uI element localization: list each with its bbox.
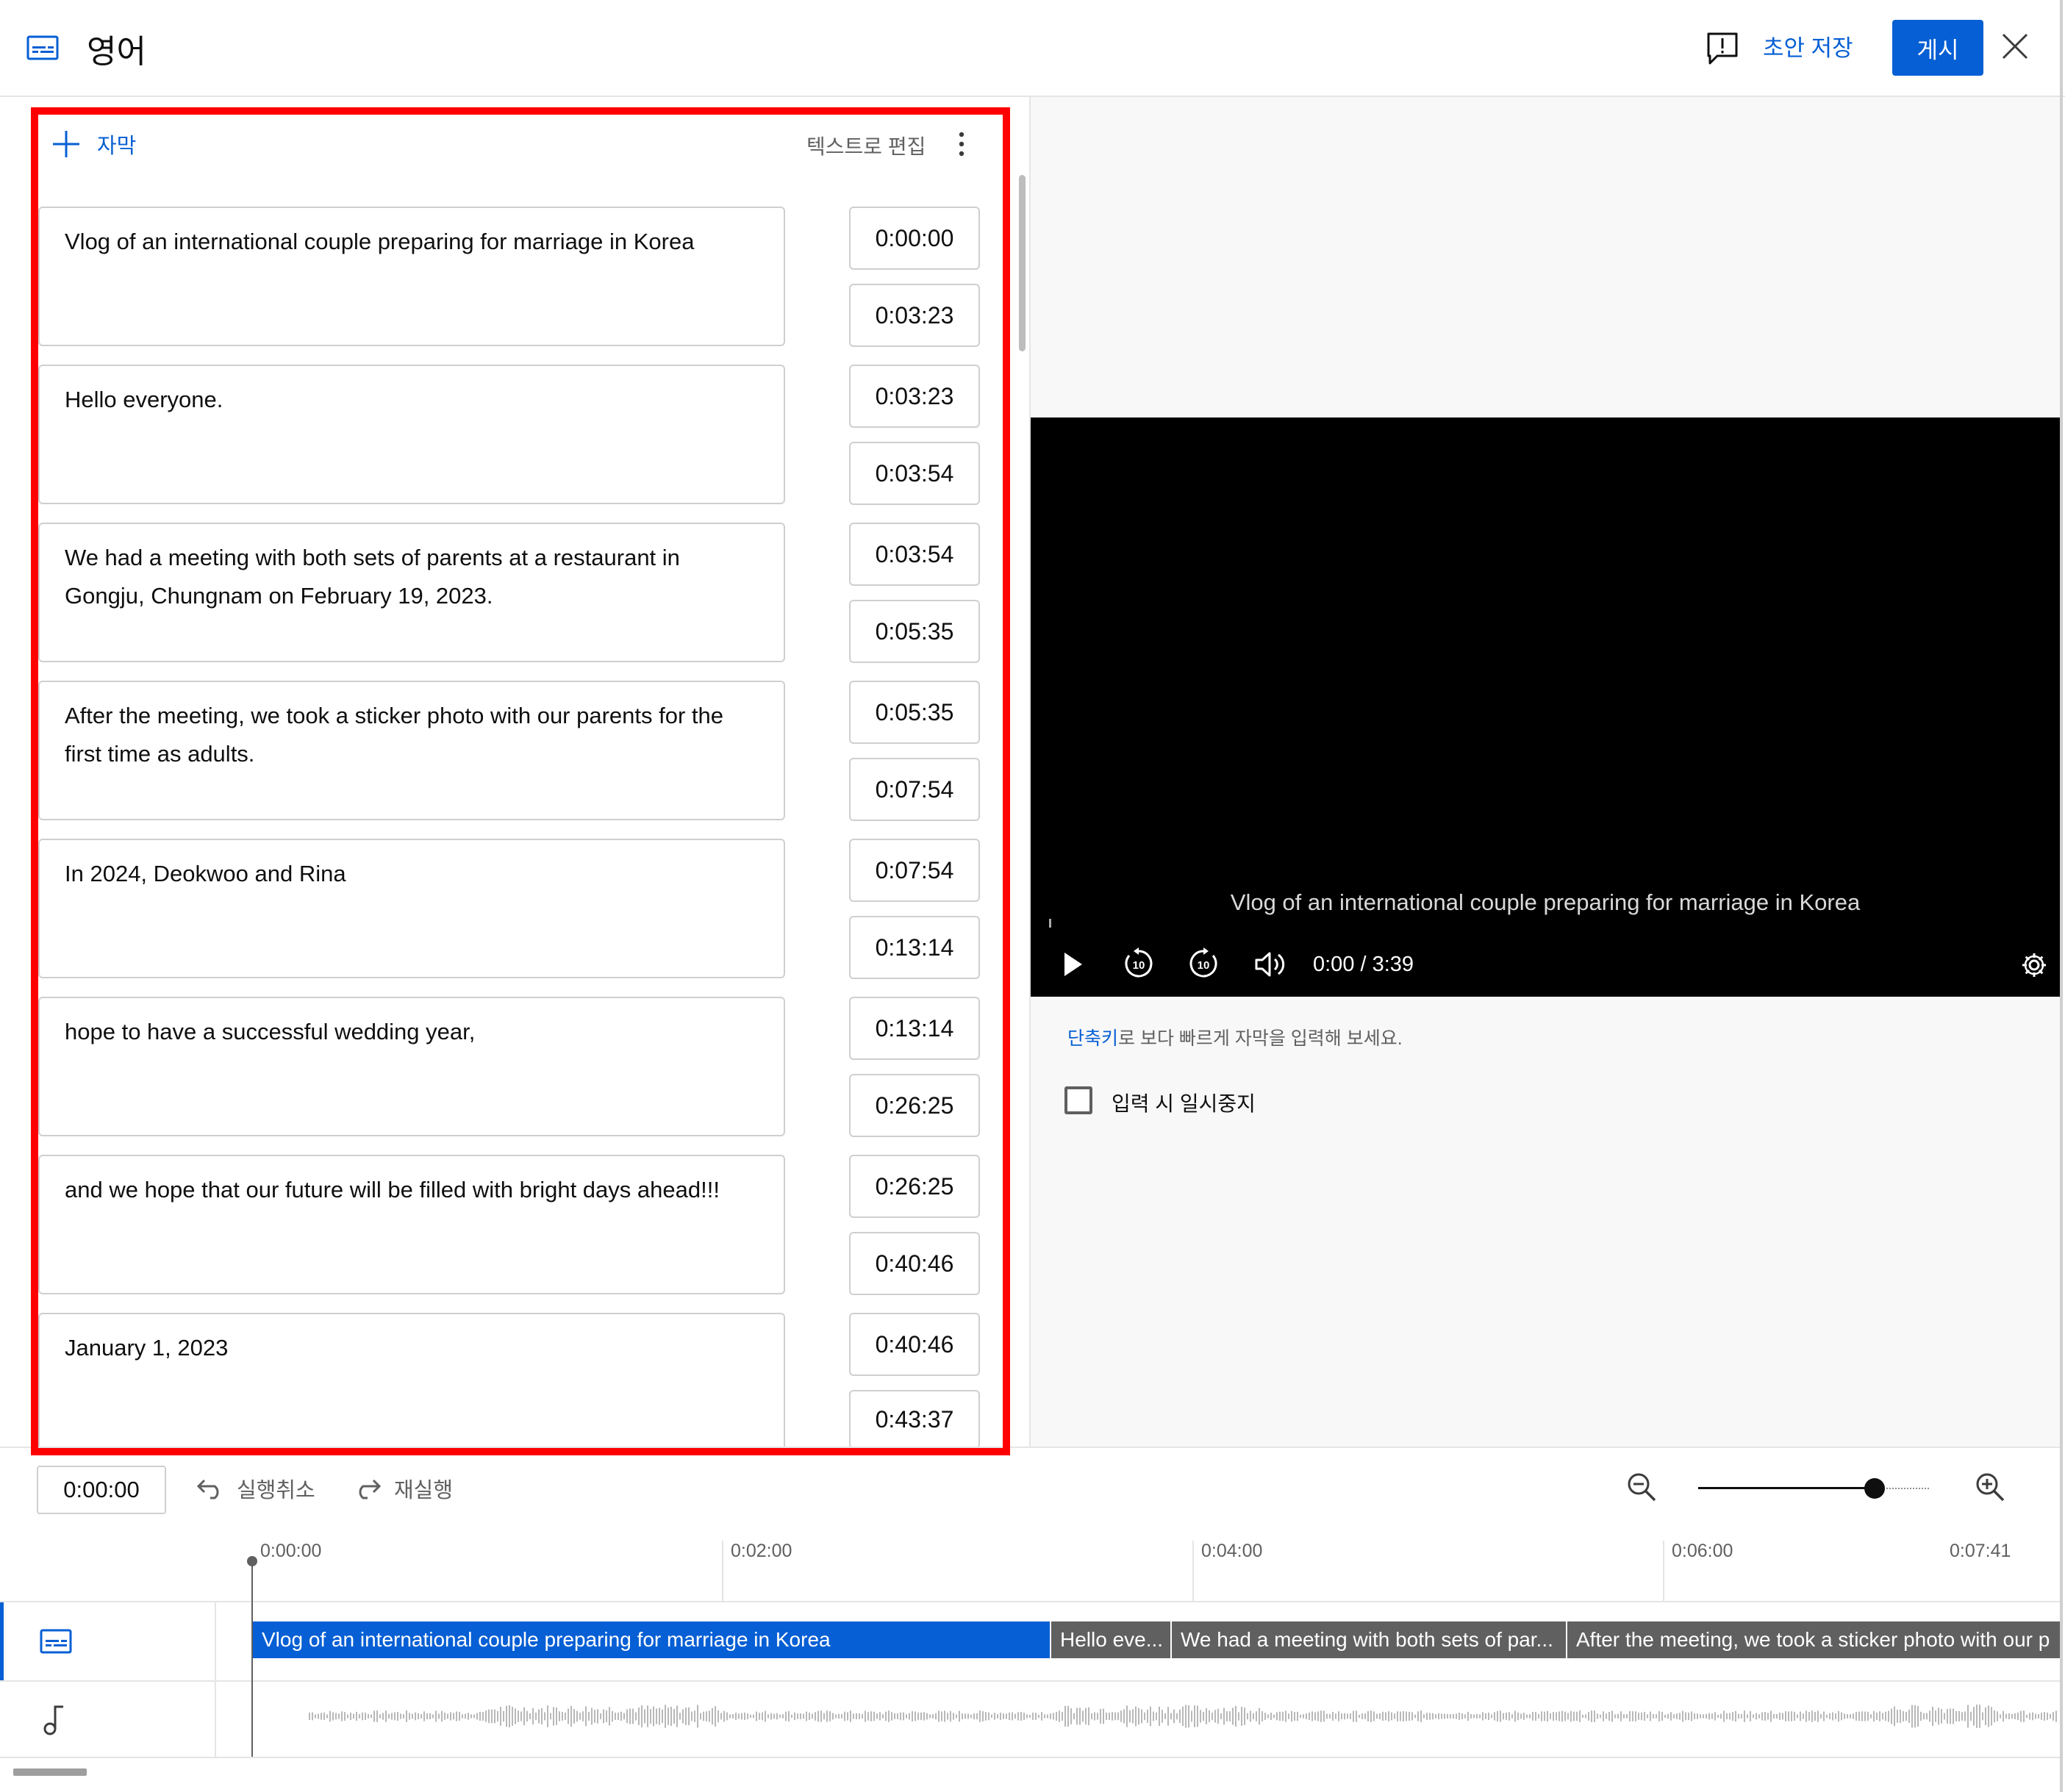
shortcut-link[interactable]: 단축키 xyxy=(1067,1028,1118,1049)
zoom-slider-track[interactable] xyxy=(1698,1487,1875,1489)
ruler-label: 0:02:00 xyxy=(731,1541,792,1561)
video-caption: Vlog of an international couple preparin… xyxy=(1230,889,1861,915)
cue-text-box[interactable]: In 2024, Deokwoo and Rina xyxy=(38,839,785,978)
add-subtitle-label: 자막 xyxy=(97,135,137,158)
cue-text-box[interactable]: After the meeting, we took a sticker pho… xyxy=(38,681,785,820)
cue-text: and we hope that our future will be fill… xyxy=(65,1177,720,1203)
cue-end-time[interactable]: 0:43:37 xyxy=(849,1390,980,1449)
feedback-icon[interactable] xyxy=(1706,31,1739,68)
cue-end-time[interactable]: 0:13:14 xyxy=(849,916,980,979)
cue-text: hope to have a successful wedding year, xyxy=(65,1019,476,1044)
cue-end-time[interactable]: 0:26:25 xyxy=(849,1074,980,1137)
cue-text-box[interactable]: and we hope that our future will be fill… xyxy=(38,1155,785,1294)
cue-start-time[interactable]: 0:03:54 xyxy=(849,523,980,586)
cue-text-box[interactable]: We had a meeting with both sets of paren… xyxy=(38,523,785,662)
timeline-scrollbar[interactable] xyxy=(13,1768,87,1776)
subtitles-track-icon[interactable] xyxy=(40,1629,72,1654)
cue-start-time[interactable]: 0:03:23 xyxy=(849,365,980,428)
cue-text: Hello everyone. xyxy=(65,387,223,412)
progress-bar[interactable] xyxy=(1049,919,1051,928)
play-icon[interactable] xyxy=(1063,951,1084,978)
cue-text-box[interactable]: Hello everyone. xyxy=(38,365,785,504)
window-edge xyxy=(2060,0,2063,1792)
page-title: 영어 xyxy=(87,34,146,70)
svg-text:10: 10 xyxy=(1133,959,1145,972)
cue-text: After the meeting, we took a sticker pho… xyxy=(65,703,724,767)
undo-label: 실행취소 xyxy=(237,1479,315,1502)
cue-end-time[interactable]: 0:40:46 xyxy=(849,1232,980,1295)
shortcut-hint-text: 로 보다 빠르게 자막을 입력해 보세요. xyxy=(1118,1028,1403,1049)
edit-as-text-button[interactable]: 텍스트로 편집 xyxy=(806,131,926,160)
plus-icon xyxy=(53,131,79,157)
cue-start-time[interactable]: 0:05:35 xyxy=(849,681,980,744)
ruler-label: 0:07:41 xyxy=(1950,1541,2011,1561)
add-subtitle-button[interactable]: 자막 xyxy=(51,129,136,160)
cue-text: We had a meeting with both sets of paren… xyxy=(65,545,680,609)
cue-start-time[interactable]: 0:00:00 xyxy=(849,207,980,270)
undo-button[interactable]: 실행취소 xyxy=(196,1473,315,1504)
music-note-icon[interactable] xyxy=(43,1704,66,1736)
track-separator xyxy=(0,1757,2060,1758)
toolbar-divider xyxy=(0,1447,2060,1448)
subtitles-icon xyxy=(26,35,59,60)
ruler-tick xyxy=(1192,1541,1194,1601)
header-bar: 영어 초안 저장 게시 xyxy=(0,0,2065,97)
timeline-segment[interactable]: Vlog of an international couple preparin… xyxy=(253,1621,1050,1658)
ruler-label: 0:00:00 xyxy=(260,1541,322,1561)
cue-end-time[interactable]: 0:05:35 xyxy=(849,600,980,663)
cue-text: In 2024, Deokwoo and Rina xyxy=(65,861,346,886)
ruler-tick xyxy=(722,1541,723,1601)
ruler-label: 0:04:00 xyxy=(1201,1541,1263,1561)
cue-text-box[interactable]: hope to have a successful wedding year, xyxy=(38,997,785,1136)
svg-text:10: 10 xyxy=(1198,959,1210,972)
redo-label: 재실행 xyxy=(394,1479,454,1502)
close-icon[interactable] xyxy=(2001,32,2029,60)
timeline-segment[interactable]: We had a meeting with both sets of par..… xyxy=(1172,1621,1566,1658)
redo-icon xyxy=(359,1479,382,1499)
zoom-slider-handle[interactable] xyxy=(1864,1478,1885,1499)
zoom-in-icon[interactable] xyxy=(1975,1472,2005,1502)
audio-waveform xyxy=(309,1705,2057,1728)
subtitle-track-indicator xyxy=(0,1602,4,1680)
cue-start-time[interactable]: 0:26:25 xyxy=(849,1155,980,1218)
ruler-tick xyxy=(1663,1541,1664,1601)
more-vert-icon[interactable] xyxy=(956,129,967,159)
publish-button[interactable]: 게시 xyxy=(1892,20,1983,76)
cue-text-box[interactable]: January 1, 2023 xyxy=(38,1313,785,1452)
settings-gear-icon[interactable] xyxy=(2020,951,2048,979)
shortcut-hint: 단축키로 보다 빠르게 자막을 입력해 보세요. xyxy=(1067,1024,1403,1050)
editor-scrollbar[interactable] xyxy=(1019,175,1026,351)
track-separator xyxy=(0,1601,2060,1602)
cue-start-time[interactable]: 0:13:14 xyxy=(849,997,980,1060)
volume-icon[interactable] xyxy=(1254,951,1286,978)
pause-while-typing-label: 입력 시 일시중지 xyxy=(1112,1092,1256,1115)
timeline-segment[interactable]: After the meeting, we took a sticker pho… xyxy=(1567,1621,2060,1658)
cue-text: Vlog of an international couple preparin… xyxy=(65,229,695,254)
cue-end-time[interactable]: 0:03:54 xyxy=(849,442,980,505)
save-draft-button[interactable]: 초안 저장 xyxy=(1763,29,1853,62)
playback-time: 0:00 / 3:39 xyxy=(1313,953,1414,976)
undo-icon xyxy=(196,1479,219,1499)
playhead[interactable] xyxy=(251,1561,253,1757)
cue-text-box[interactable]: Vlog of an international couple preparin… xyxy=(38,207,785,346)
cue-text: January 1, 2023 xyxy=(65,1335,229,1361)
redo-button[interactable]: 재실행 xyxy=(353,1473,453,1504)
current-time-field[interactable]: 0:00:00 xyxy=(37,1466,166,1514)
rewind-10-icon[interactable]: 10 xyxy=(1122,947,1156,981)
publish-label: 게시 xyxy=(1917,37,1959,63)
ruler-label: 0:06:00 xyxy=(1672,1541,1733,1561)
forward-10-icon[interactable]: 10 xyxy=(1187,947,1220,981)
cue-start-time[interactable]: 0:07:54 xyxy=(849,839,980,902)
track-separator xyxy=(0,1680,2060,1682)
pause-while-typing-checkbox[interactable] xyxy=(1064,1086,1092,1114)
track-label-column xyxy=(215,1601,216,1758)
timeline-segment[interactable]: Hello eve... xyxy=(1051,1621,1170,1658)
cue-start-time[interactable]: 0:40:46 xyxy=(849,1313,980,1376)
cue-end-time[interactable]: 0:03:23 xyxy=(849,284,980,347)
zoom-out-icon[interactable] xyxy=(1626,1472,1657,1502)
cue-end-time[interactable]: 0:07:54 xyxy=(849,758,980,821)
